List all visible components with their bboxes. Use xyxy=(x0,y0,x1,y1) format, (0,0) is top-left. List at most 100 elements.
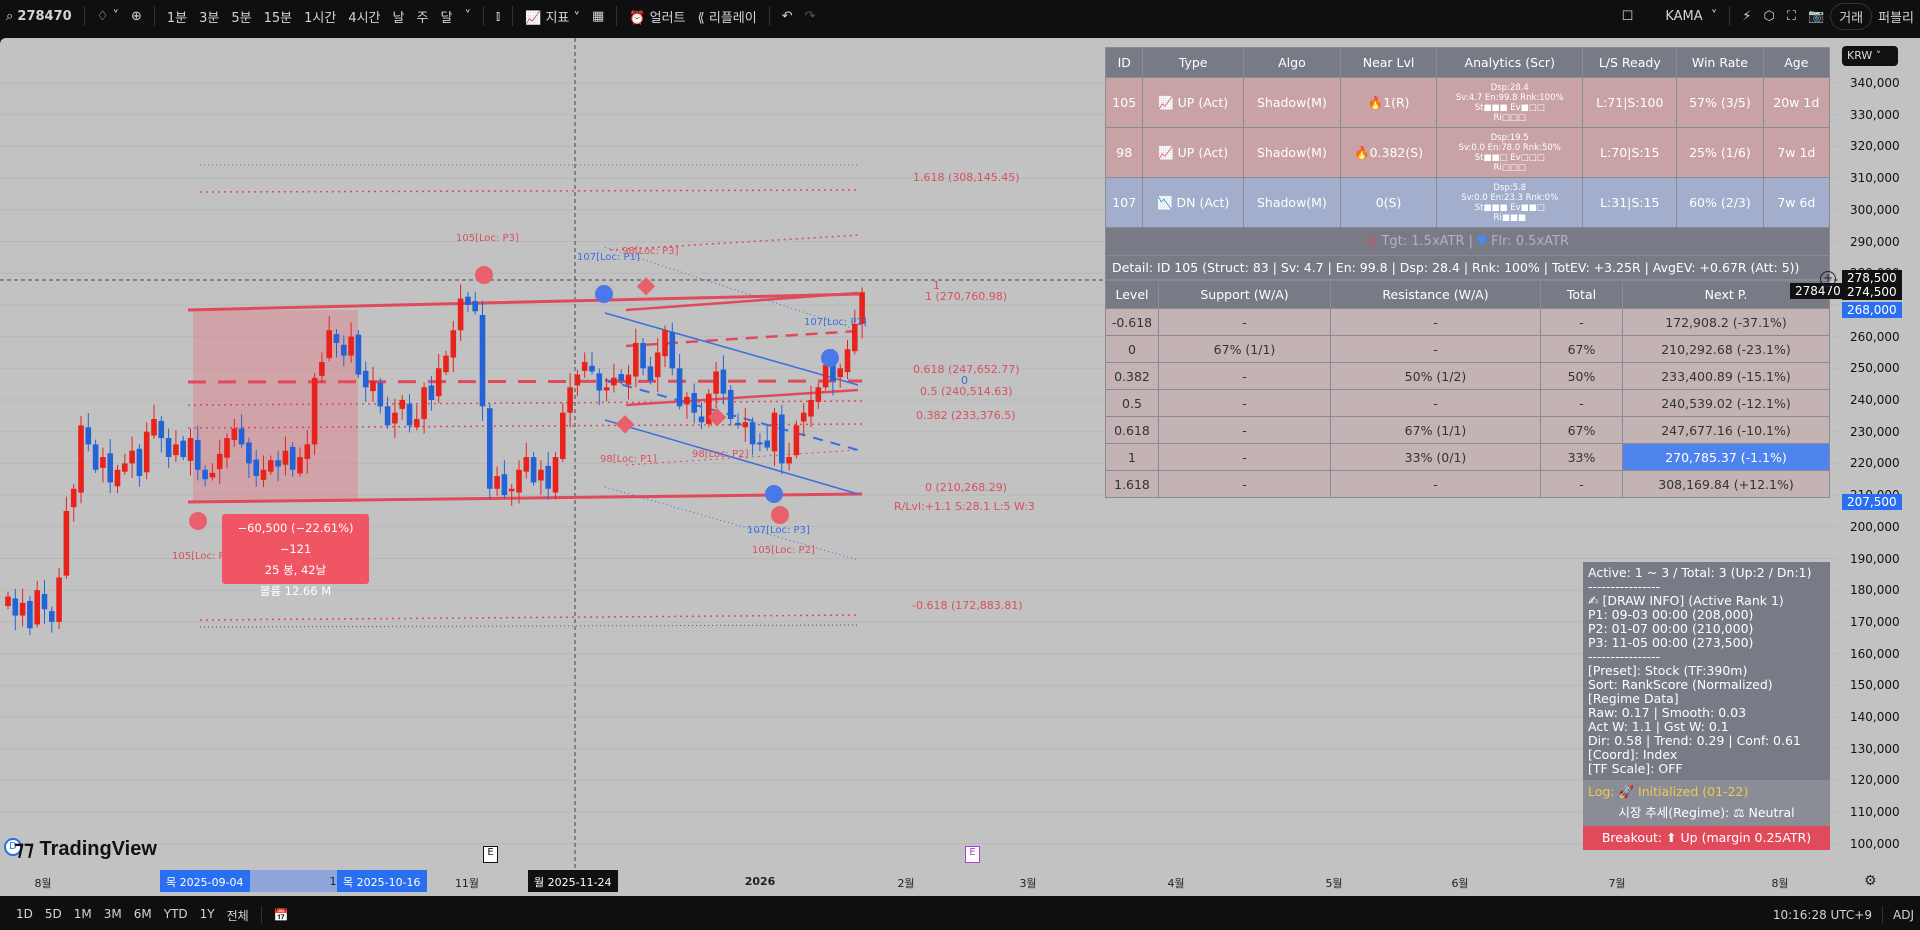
axis-settings-icon[interactable]: ⚙ xyxy=(1864,873,1877,889)
price-label: 330,000 xyxy=(1850,107,1900,122)
interval-1[interactable]: 3분 xyxy=(193,7,225,26)
candle xyxy=(662,325,668,368)
date-range-icon[interactable]: 📅 xyxy=(268,908,295,922)
range-button-7[interactable]: 전체 xyxy=(221,907,255,924)
signal-row[interactable]: 98 📈 UP (Act) Shadow(M) 🔥0.382(S) Dsp:19.5 Sv… xyxy=(1104,127,1831,178)
candle-body xyxy=(428,385,435,400)
level-cell: 1 xyxy=(1105,443,1159,471)
candle xyxy=(713,361,719,409)
alert-button[interactable]: ⏰ 얼러트 xyxy=(623,7,691,26)
last-price-tag: 274,500 xyxy=(1842,284,1902,300)
signal-row[interactable]: 107 📉 DN (Act) Shadow(M) 0(S) Dsp:5.8 Sv:0.0 … xyxy=(1104,177,1831,228)
candle-body xyxy=(786,457,792,464)
candle-body xyxy=(377,382,384,407)
range-button-3[interactable]: 3M xyxy=(98,907,128,924)
earnings-marker-future[interactable]: E xyxy=(965,846,980,863)
replay-button[interactable]: ⟪ 리플레이 xyxy=(692,7,763,26)
candle-body xyxy=(246,442,252,464)
interval-dropdown-icon[interactable]: ˅ xyxy=(458,9,477,24)
interval-3[interactable]: 15분 xyxy=(258,7,299,26)
level-cell: 67% (1/1) xyxy=(1158,335,1331,363)
candle-body xyxy=(735,422,741,426)
analytics-line: Sv:4.7 En:99.8 Rnk:100% xyxy=(1455,92,1564,103)
interval-4[interactable]: 1시간 xyxy=(298,7,342,26)
price-label: 150,000 xyxy=(1850,678,1900,693)
interval-8[interactable]: 달 xyxy=(434,7,458,26)
time-label: 1 xyxy=(329,875,337,888)
candle-body xyxy=(311,377,318,445)
trade-button[interactable]: 거래 xyxy=(1830,2,1873,30)
interval-2[interactable]: 5분 xyxy=(225,7,257,26)
settings-icon[interactable]: ⬡ xyxy=(1758,9,1781,24)
price-axis[interactable]: KRW ˅ 340,000 330,000 320,000 310,000 300,00… xyxy=(1838,38,1920,870)
indicator-select[interactable]: KAMA ˅ xyxy=(1659,9,1723,24)
candle-body xyxy=(341,344,347,356)
signal-win-rate: 60% (2/3) xyxy=(1676,177,1764,228)
currency-button[interactable]: KRW ˅ xyxy=(1842,46,1898,66)
publish-button[interactable]: 퍼블리 xyxy=(1872,7,1920,26)
fullscreen-icon[interactable]: ⛶ xyxy=(1781,9,1802,24)
clock[interactable]: 10:16:28 UTC+9 xyxy=(1767,908,1878,922)
signal-row[interactable]: 105 📈 UP (Act) Shadow(M) 🔥1(R) Dsp:28.4 Sv:4.… xyxy=(1104,77,1831,128)
add-symbol-icon[interactable]: ⊕ xyxy=(125,9,148,24)
levels-table: Level Support (W/A) Resistance (W/A) Total N… xyxy=(1105,280,1830,498)
quick-search-icon[interactable]: ⚡ xyxy=(1736,9,1757,24)
favorites-icon[interactable]: ♢ ˅ xyxy=(91,9,125,24)
camera-icon[interactable]: 📷 xyxy=(1802,9,1830,24)
levels-col-header: Support (W/A) xyxy=(1158,280,1331,309)
candle-body xyxy=(107,453,113,483)
range-button-1[interactable]: 5D xyxy=(39,907,68,924)
candle xyxy=(136,444,143,487)
range-button-2[interactable]: 1M xyxy=(68,907,98,924)
candle-type-icon[interactable]: ⫾ xyxy=(490,9,506,24)
candle-body xyxy=(443,355,449,373)
range-start-date: 목 2025-09-04 xyxy=(160,870,250,892)
price-label: 170,000 xyxy=(1850,614,1900,629)
interval-7[interactable]: 주 xyxy=(411,7,435,26)
candle-body xyxy=(720,369,727,394)
symbol-search[interactable]: ⌕ 278470 xyxy=(0,9,78,24)
candle-body xyxy=(114,469,121,487)
analytics-line: Dsp:5.8 xyxy=(1493,182,1527,193)
undo-icon[interactable]: ↶ xyxy=(776,9,799,24)
redo-icon[interactable]: ↷ xyxy=(799,9,822,24)
candle-body xyxy=(333,334,340,343)
earnings-marker[interactable]: E xyxy=(483,846,498,863)
range-button-5[interactable]: YTD xyxy=(158,907,194,924)
candle xyxy=(786,442,792,471)
candle xyxy=(560,403,566,463)
interval-6[interactable]: 날 xyxy=(387,7,411,26)
level-cell: 67% xyxy=(1540,416,1623,444)
candle xyxy=(49,606,55,633)
range-button-4[interactable]: 6M xyxy=(128,907,158,924)
candle xyxy=(676,354,683,410)
level-row: 1.618- - -308,169.84 (+12.1%) xyxy=(1105,470,1830,498)
candle-body xyxy=(779,414,785,464)
candle-body xyxy=(275,460,281,467)
signals-col-header: ID xyxy=(1104,47,1144,78)
interval-5[interactable]: 4시간 xyxy=(342,7,386,26)
regime-line: 시장 추세(Regime): ⚖ Neutral xyxy=(1583,802,1830,826)
range-button-0[interactable]: 1D xyxy=(10,907,39,924)
level-cell: 308,169.84 (+12.1%) xyxy=(1622,470,1830,498)
interval-0[interactable]: 1분 xyxy=(161,7,193,26)
price-label: 160,000 xyxy=(1850,646,1900,661)
range-button-6[interactable]: 1Y xyxy=(194,907,221,924)
time-axis[interactable]: 8월 1 11월 2026 2월 3월 4월 5월 6월 7월 8월 목 2025-09-04 목 … xyxy=(0,868,1920,896)
crosshair-date: 월 2025-11-24 xyxy=(528,870,618,892)
candle-body xyxy=(406,403,413,426)
candle-body xyxy=(742,422,749,428)
low-price-tag: 207,500 xyxy=(1842,494,1902,510)
adj-toggle[interactable]: ADJ xyxy=(1887,908,1920,922)
candle-body xyxy=(764,440,770,448)
add-price-icon[interactable]: + xyxy=(1820,271,1836,287)
time-label: 8월 xyxy=(1771,877,1789,890)
candle xyxy=(78,415,84,504)
candle xyxy=(757,432,763,452)
layouts-icon[interactable]: ▦ xyxy=(586,9,610,24)
candle xyxy=(173,430,179,463)
layout-square-icon[interactable]: ☐ xyxy=(1616,9,1640,24)
indicators-button[interactable]: 📈 지표 ˅ xyxy=(519,7,586,26)
candle xyxy=(837,363,843,388)
log-line: Log: 🚀 Initialized (01-22) xyxy=(1583,780,1830,802)
